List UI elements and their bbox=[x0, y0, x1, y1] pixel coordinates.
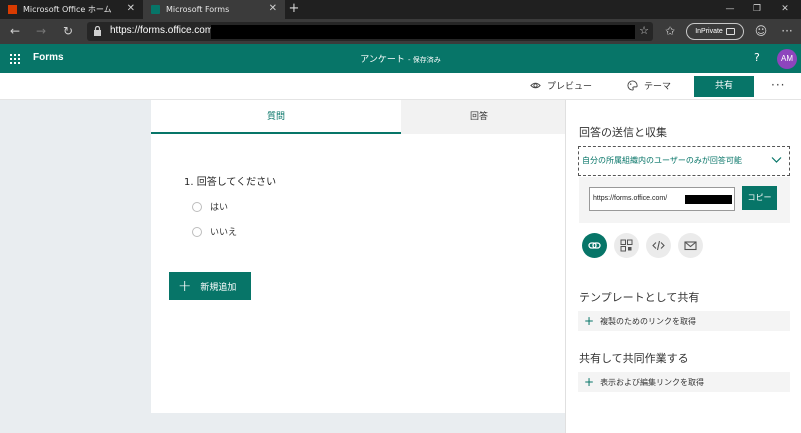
eye-icon bbox=[530, 82, 541, 89]
address-bar[interactable]: https://forms.office.com/ ☆ bbox=[87, 22, 653, 41]
refresh-icon[interactable]: ↻ bbox=[59, 23, 77, 40]
get-view-edit-link-label: 表示および編集リンクを取得 bbox=[600, 377, 705, 387]
browser-menu-icon[interactable]: ··· bbox=[778, 23, 796, 40]
qr-code-icon[interactable] bbox=[614, 233, 639, 258]
plus-icon: + bbox=[584, 375, 595, 389]
inprivate-label: InPrivate bbox=[695, 28, 723, 35]
question-title[interactable]: 1. 回答してください bbox=[184, 173, 276, 188]
browser-toolbar: ← → ↻ https://forms.office.com/ ☆ ✩ InPr… bbox=[0, 19, 801, 44]
audience-selected: 自分の所属組織内のユーザーのみが回答可能 bbox=[582, 156, 742, 165]
add-new-button[interactable]: + 新規追加 bbox=[169, 272, 251, 300]
email-icon[interactable] bbox=[678, 233, 703, 258]
form-title: アンケート bbox=[360, 55, 405, 65]
choice-label: はい bbox=[210, 203, 229, 213]
tab-title: Microsoft Office ホーム bbox=[23, 5, 112, 14]
forms-icon bbox=[151, 5, 160, 14]
tab-title: Microsoft Forms bbox=[166, 5, 230, 14]
share-method-icons bbox=[582, 233, 712, 259]
redacted-url-part bbox=[211, 25, 635, 39]
tab-questions[interactable]: 質問 bbox=[151, 100, 401, 134]
palette-icon bbox=[627, 80, 638, 91]
form-tabs: 質問 回答 bbox=[151, 100, 565, 134]
theme-button[interactable]: テーマ bbox=[627, 79, 671, 92]
inprivate-badge[interactable]: InPrivate bbox=[686, 23, 744, 40]
share-button[interactable]: 共有 bbox=[694, 76, 754, 97]
more-options-icon[interactable]: ··· bbox=[771, 78, 785, 92]
back-icon[interactable]: ← bbox=[6, 23, 24, 40]
redacted-link-part bbox=[685, 195, 732, 204]
favorite-star-icon[interactable]: ☆ bbox=[639, 24, 649, 37]
save-status: - 保存済み bbox=[407, 56, 441, 64]
preview-button[interactable]: プレビュー bbox=[530, 79, 592, 92]
avatar[interactable]: AM bbox=[777, 49, 797, 69]
tab-responses[interactable]: 回答 bbox=[401, 100, 565, 134]
feedback-smiley-icon[interactable]: ☺ bbox=[752, 23, 770, 40]
get-duplicate-link-button[interactable]: + 複製のためのリンクを取得 bbox=[578, 311, 790, 331]
share-link-field[interactable]: https://forms.office.com/ bbox=[589, 187, 735, 211]
new-tab-button[interactable]: + bbox=[287, 0, 301, 19]
link-icon[interactable] bbox=[582, 233, 607, 258]
copy-button[interactable]: コピー bbox=[742, 186, 777, 210]
forward-icon[interactable]: → bbox=[32, 23, 50, 40]
office-icon bbox=[8, 5, 17, 14]
browser-tab-office-home[interactable]: Microsoft Office ホーム ✕ bbox=[0, 0, 143, 19]
plus-icon: + bbox=[584, 314, 595, 328]
audience-dropdown[interactable]: 自分の所属組織内のユーザーのみが回答可能 bbox=[578, 146, 790, 176]
link-area: https://forms.office.com/ コピー bbox=[579, 177, 790, 223]
browser-tab-strip: Microsoft Office ホーム ✕ Microsoft Forms ✕… bbox=[0, 0, 801, 19]
forms-header: Forms アンケート - 保存済み ? AM bbox=[0, 44, 801, 73]
radio-button[interactable] bbox=[192, 226, 202, 237]
embed-icon[interactable] bbox=[646, 233, 671, 258]
browser-tab-forms[interactable]: Microsoft Forms ✕ bbox=[143, 0, 285, 19]
help-icon[interactable]: ? bbox=[754, 51, 760, 64]
tab-responses-label: 回答 bbox=[469, 112, 488, 122]
chevron-down-icon bbox=[771, 157, 782, 163]
inprivate-icon bbox=[725, 28, 735, 35]
plus-icon: + bbox=[178, 276, 192, 295]
choice-label: いいえ bbox=[210, 228, 238, 238]
url-text: https://forms.office.com/ bbox=[110, 25, 216, 36]
favorites-bar-icon[interactable]: ✩ bbox=[661, 23, 679, 40]
preview-label: プレビュー bbox=[547, 82, 593, 92]
choice-option[interactable]: はい bbox=[192, 200, 228, 213]
command-bar: プレビュー テーマ 共有 ··· bbox=[0, 73, 801, 100]
form-canvas: 質問 回答 1. 回答してください はい いいえ + 新規追加 bbox=[151, 100, 565, 413]
screen: Microsoft Office ホーム ✕ Microsoft Forms ✕… bbox=[0, 0, 801, 433]
template-heading: テンプレートとして共有 bbox=[579, 291, 700, 304]
collaborate-heading: 共有して共同作業する bbox=[579, 352, 689, 365]
theme-label: テーマ bbox=[644, 82, 672, 92]
minimize-icon[interactable]: — bbox=[718, 0, 742, 19]
choice-option[interactable]: いいえ bbox=[192, 225, 237, 238]
radio-button[interactable] bbox=[192, 201, 202, 212]
add-new-label: 新規追加 bbox=[200, 282, 237, 293]
close-window-icon[interactable]: ✕ bbox=[773, 0, 797, 19]
close-tab-icon[interactable]: ✕ bbox=[269, 3, 277, 14]
document-title: アンケート - 保存済み bbox=[0, 52, 801, 65]
share-link-text: https://forms.office.com/ bbox=[593, 195, 668, 202]
share-panel: 回答の送信と収集 自分の所属組織内のユーザーのみが回答可能 https://fo… bbox=[565, 100, 801, 433]
restore-icon[interactable]: ❐ bbox=[745, 0, 769, 19]
send-collect-heading: 回答の送信と収集 bbox=[579, 126, 667, 139]
get-duplicate-link-label: 複製のためのリンクを取得 bbox=[600, 316, 697, 326]
get-view-edit-link-button[interactable]: + 表示および編集リンクを取得 bbox=[578, 372, 790, 392]
lock-icon bbox=[94, 26, 101, 36]
close-tab-icon[interactable]: ✕ bbox=[127, 3, 135, 14]
